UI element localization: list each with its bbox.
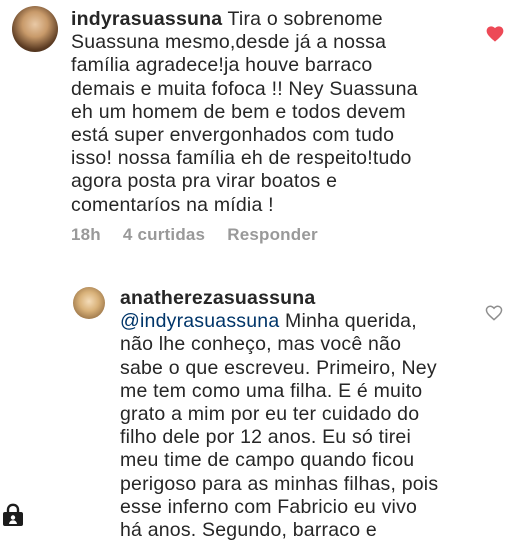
comment-username[interactable]: indyrasuassuna	[71, 8, 222, 30]
comment-text: Tira o sobrenome Suassuna mesmo,desde já…	[71, 8, 418, 216]
comment-body: anatherezasuassuna @indyrasuassuna Minha…	[120, 287, 480, 542]
heart-outline-icon[interactable]	[485, 305, 503, 321]
lock-icon[interactable]	[1, 503, 25, 527]
comment-text: Minha querida, não lhe conheço, mas você…	[120, 310, 439, 542]
comment-body: indyrasuassuna Tira o sobrenome Suassuna…	[71, 8, 451, 217]
comment-username[interactable]: anatherezasuassuna	[120, 287, 315, 309]
comment-time: 18h	[71, 225, 101, 244]
comment-meta: 18h 4 curtidas Responder	[71, 225, 340, 245]
reply-button[interactable]: Responder	[227, 225, 318, 244]
avatar[interactable]	[12, 6, 58, 52]
heart-icon[interactable]	[486, 26, 504, 42]
comment-likes[interactable]: 4 curtidas	[123, 225, 205, 244]
comment-mention[interactable]: @indyrasuassuna	[120, 310, 279, 332]
avatar[interactable]	[73, 287, 105, 319]
